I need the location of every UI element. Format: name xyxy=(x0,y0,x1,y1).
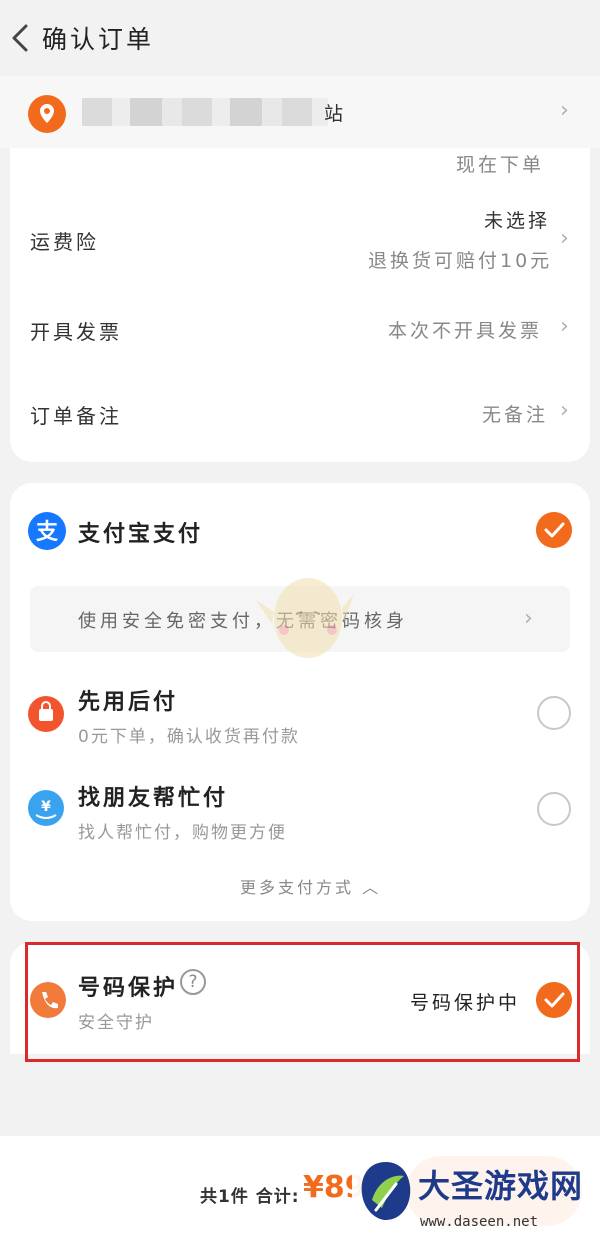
alipay-icon: 支 xyxy=(28,512,66,550)
highlight-annotation-box xyxy=(25,942,580,1062)
shipping-insurance-label: 运费险 xyxy=(30,230,99,254)
remark-label: 订单备注 xyxy=(30,404,122,428)
chevron-down-icon: ︿ xyxy=(354,878,382,897)
shipping-insurance-chevron-icon: › xyxy=(560,226,569,251)
friend-pay-label: 找朋友帮忙付 xyxy=(78,786,229,811)
page-title: 确认订单 xyxy=(42,25,155,54)
friend-pay-sub: 找人帮忙付，购物更方便 xyxy=(78,823,287,843)
shipping-insurance-status: 未选择 xyxy=(484,210,551,232)
total-label: 合计: xyxy=(255,1187,300,1207)
pay-later-label: 先用后付 xyxy=(78,690,179,715)
friend-pay-radio[interactable] xyxy=(537,792,571,826)
address-text-tail: 站 xyxy=(324,103,344,125)
secure-pay-chevron-icon: › xyxy=(524,606,533,631)
invoice-label: 开具发票 xyxy=(30,320,122,344)
remark-value: 无备注 xyxy=(482,404,549,426)
invoice-chevron-icon: › xyxy=(560,314,569,339)
pay-later-icon xyxy=(28,696,64,732)
pay-later-radio[interactable] xyxy=(537,696,571,730)
address-masked-text xyxy=(82,98,328,126)
alipay-label: 支付宝支付 xyxy=(78,522,204,547)
item-count: 共1件 xyxy=(200,1187,249,1207)
more-payment-methods-link[interactable]: 更多支付方式 ︿ xyxy=(240,874,381,898)
svg-text:支: 支 xyxy=(36,520,59,545)
watermark-site-url: www.daseen.net xyxy=(420,1214,539,1230)
pay-later-sub: 0元下单，确认收货再付款 xyxy=(78,727,300,747)
shipping-insurance-note: 退换货可赔付10元 xyxy=(368,250,553,272)
order-time-value: 现在下单 xyxy=(456,154,545,176)
total-summary-label: 共1件 合计: xyxy=(200,1182,300,1207)
more-payment-methods-text: 更多支付方式 xyxy=(240,878,355,897)
back-arrow-icon[interactable] xyxy=(8,22,34,54)
friend-pay-icon: ¥ xyxy=(28,790,64,826)
mascot-watermark-icon xyxy=(256,578,354,658)
alipay-checked-icon[interactable] xyxy=(536,512,572,548)
invoice-value: 本次不开具发票 xyxy=(388,320,543,342)
address-chevron-icon: › xyxy=(560,98,569,123)
watermark-site-name: 大圣游戏网 xyxy=(418,1167,584,1205)
svg-text:¥: ¥ xyxy=(41,799,51,815)
location-pin-icon xyxy=(28,95,66,133)
remark-chevron-icon: › xyxy=(560,398,569,423)
watermark-logo-icon xyxy=(361,1162,411,1220)
secure-pay-text: 使用安全免密支付，无需密码核身 xyxy=(78,611,408,632)
